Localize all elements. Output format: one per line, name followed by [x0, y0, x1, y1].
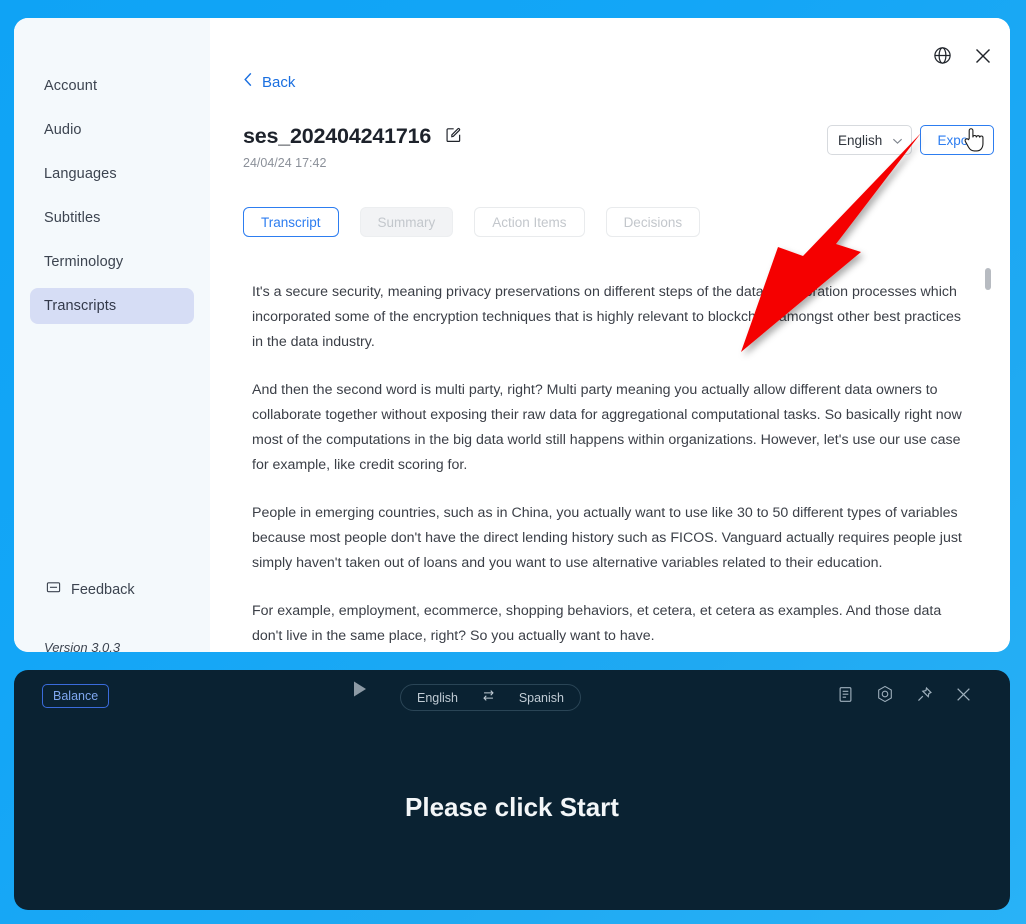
tab-summary[interactable]: Summary [359, 207, 454, 237]
sidebar-item-label: Terminology [44, 254, 124, 270]
target-language-label: Spanish [518, 690, 564, 705]
chevron-down-icon [892, 133, 903, 148]
transcript-paragraph: It's a secure security, meaning privacy … [252, 284, 961, 350]
window-controls [933, 46, 992, 65]
play-button[interactable] [348, 678, 370, 705]
settings-sidebar: Account Audio Languages Subtitles Termin… [14, 18, 210, 652]
language-pair-selector[interactable]: English Spanish [400, 684, 581, 711]
transcript-paragraph: And then the second word is multi party,… [252, 382, 962, 473]
globe-icon[interactable] [933, 46, 952, 65]
tab-label: Summary [377, 214, 436, 230]
tab-transcript[interactable]: Transcript [243, 207, 339, 237]
live-translation-panel: Balance English Spanish Please click Sta… [14, 670, 1010, 910]
document-date: 24/04/24 17:42 [243, 156, 327, 170]
sidebar-item-label: Account [44, 78, 98, 94]
play-icon [348, 681, 370, 704]
source-language-label: English [417, 690, 458, 705]
close-icon[interactable] [955, 686, 972, 703]
close-icon[interactable] [974, 47, 992, 65]
back-button[interactable]: Back [243, 72, 295, 92]
tab-label: Action Items [492, 214, 567, 230]
transcript-paragraph: People in emerging countries, such as in… [252, 505, 962, 571]
main-content-panel: Back ses_202404241716 24/04/24 17:42 Eng… [210, 18, 1010, 652]
back-label: Back [262, 73, 296, 91]
sidebar-item-label: Audio [44, 122, 82, 138]
application-window: Account Audio Languages Subtitles Termin… [14, 18, 1010, 652]
language-select[interactable]: English [827, 125, 912, 155]
pin-icon[interactable] [916, 686, 933, 703]
content-tabs: Transcript Summary Action Items Decision… [243, 207, 701, 237]
sidebar-item-label: Subtitles [44, 210, 101, 226]
settings-gear-icon[interactable] [876, 685, 894, 703]
feedback-button[interactable]: Feedback [46, 580, 135, 599]
sidebar-item-subtitles[interactable]: Subtitles [30, 200, 194, 236]
balance-button[interactable]: Balance [42, 684, 110, 708]
sidebar-item-terminology[interactable]: Terminology [30, 244, 194, 280]
feedback-label: Feedback [71, 581, 135, 598]
language-select-value: English [838, 132, 883, 148]
tab-label: Decisions [623, 214, 683, 230]
sidebar-item-label: Transcripts [44, 298, 117, 314]
tab-label: Transcript [261, 214, 321, 230]
notes-icon[interactable] [837, 686, 854, 703]
sidebar-item-label: Languages [44, 166, 117, 182]
balance-label: Balance [53, 689, 99, 703]
export-button[interactable]: Export [920, 125, 994, 155]
tab-action-items[interactable]: Action Items [474, 207, 585, 237]
swap-arrows-icon[interactable] [481, 689, 496, 707]
transcript-body: It's a secure security, meaning privacy … [252, 280, 970, 649]
export-label: Export [937, 132, 977, 148]
message-bubble-icon [46, 580, 61, 599]
page-title: ses_202404241716 [243, 124, 432, 148]
transcript-scrollbar-thumb[interactable] [985, 268, 991, 290]
document-title-row: ses_202404241716 [243, 124, 462, 149]
transcript-paragraph: For example, employment, ecommerce, shop… [252, 603, 942, 644]
tab-decisions[interactable]: Decisions [605, 207, 701, 237]
chevron-left-icon [243, 72, 253, 92]
sidebar-item-transcripts[interactable]: Transcripts [30, 288, 194, 324]
sidebar-item-languages[interactable]: Languages [30, 156, 194, 192]
status-message: Please click Start [405, 792, 619, 822]
panel-tool-icons [837, 685, 972, 703]
sidebar-item-account[interactable]: Account [30, 68, 194, 104]
version-label: Version 3.0.3 [44, 640, 121, 652]
sidebar-item-audio[interactable]: Audio [30, 112, 194, 148]
edit-pencil-icon[interactable] [445, 126, 462, 148]
